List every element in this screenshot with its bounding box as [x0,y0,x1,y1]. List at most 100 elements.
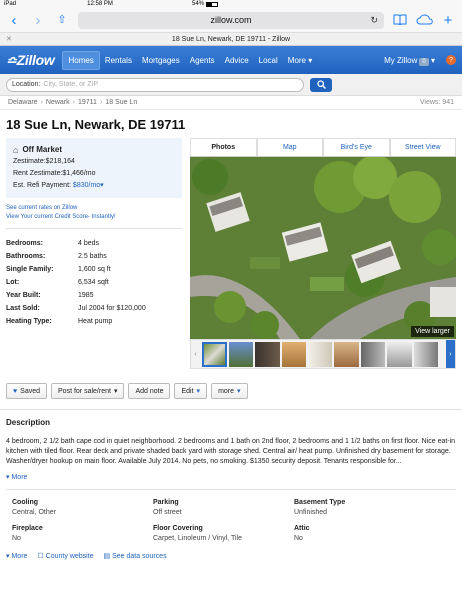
thumb-next-icon[interactable]: › [445,340,455,368]
fact-row: Bedrooms: 4 beds [6,240,100,247]
breadcrumb: Delaware › Newark › 19711 › 18 Sue Ln Views… [0,96,462,110]
chevron-down-icon[interactable]: ▾ [100,182,104,189]
location-input[interactable]: Location: City, State, or ZIP [6,77,304,92]
nav-more[interactable]: More ▾ [283,52,317,69]
thumbnail[interactable] [334,341,359,367]
tab-map[interactable]: Map [256,138,323,156]
nav-local[interactable]: Local [254,52,283,69]
heart-icon: ♥ [13,387,18,395]
details-footer: ▾ More ☐ County website ▤ See data sourc… [0,544,462,568]
county-website-link[interactable]: ☐ County website [37,552,93,560]
tab-photos[interactable]: Photos [190,138,257,156]
data-sources-link[interactable]: ▤ See data sources [104,552,167,560]
document-icon: ▤ [103,553,111,560]
nav-advice[interactable]: Advice [220,52,254,69]
page-title: 18 Sue Ln, Newark, DE 19711 [6,117,186,132]
device-label: iPad [4,1,17,7]
thumbnail[interactable] [387,341,412,367]
fact-row: Bathrooms: 2.5 baths [6,253,107,260]
rent-zestimate: Rent Zestimate:$1,466/mo [13,170,96,177]
location-search-bar: Location: City, State, or ZIP [0,74,462,96]
share-icon[interactable]: ⇧ [54,14,70,26]
detail-floor-covering: Floor Covering Carpet, Linoleum / Vinyl, … [153,525,242,542]
bookmarks-icon[interactable] [392,13,408,28]
search-icon [316,80,326,89]
clock: 12:58 PM [87,1,113,7]
back-icon[interactable]: ‹ [6,13,22,28]
thumbnail[interactable] [202,341,227,367]
thumbnail[interactable] [255,341,280,367]
icloud-tabs-icon[interactable] [416,13,433,28]
market-summary: ⌂ Off Market Zestimate:$218,164 Rent Zes… [6,138,182,198]
media-tabs: Photos Map Bird's Eye Street View [190,138,456,157]
market-status: Off Market [22,145,62,154]
my-zillow-menu[interactable]: My Zillow 0 ▾ [379,52,440,69]
edit-button[interactable]: Edit ▾ [174,383,208,399]
detail-parking: Parking Off street [153,499,182,516]
nav-mortgages[interactable]: Mortgages [137,52,185,69]
thumbnail[interactable] [281,341,306,367]
more-button[interactable]: more ▾ [211,383,248,399]
tab-title[interactable]: 18 Sue Ln, Newark, DE 19711 - Zillow [172,36,290,43]
detail-attic: Attic No [294,525,310,542]
thumbnail[interactable] [228,341,254,367]
reload-icon[interactable]: ↻ [370,15,378,26]
external-link-icon: ☐ [37,553,44,560]
notification-badge: 0 [419,57,429,66]
refi-payment-link[interactable]: $830/mo [73,182,100,189]
tab-birds-eye[interactable]: Bird's Eye [323,138,390,156]
description-more-link[interactable]: ▾ More [6,473,456,490]
details-grid: Cooling Central, Other Parking Off street … [0,490,462,544]
nav-homes[interactable]: Homes [62,50,100,70]
detail-cooling: Cooling Central, Other [12,499,56,516]
tab-street-view[interactable]: Street View [389,138,456,156]
fact-row: Heating Type: Heat pump [6,318,113,325]
browser-toolbar: ‹ › ⇧ zillow.com ↻ + [0,8,462,32]
crumb-state[interactable]: Delaware [8,99,38,106]
site-nav: ≏Zillow Homes Rentals Mortgages Agents A… [0,46,462,74]
description-heading: Description [6,418,51,427]
aerial-photo[interactable]: View larger [190,157,456,339]
zillow-logo[interactable]: ≏Zillow [6,52,55,69]
nav-agents[interactable]: Agents [185,52,220,69]
action-bar: ♥ Saved Post for sale/rent ▾ Add note Edit… [0,373,462,410]
rates-link[interactable]: See current rates on Zillow [6,204,182,213]
thumbnail[interactable] [413,341,438,367]
new-tab-icon[interactable]: + [440,13,456,28]
view-larger-button[interactable]: View larger [411,326,454,337]
search-button[interactable] [310,77,332,92]
fact-row: Single Family: 1,600 sq ft [6,266,111,273]
thumbnail[interactable] [360,341,386,367]
detail-basement: Basement Type Unfinished [294,499,346,516]
post-for-sale-button[interactable]: Post for sale/rent ▾ [51,383,125,399]
fact-row: Last Sold: Jul 2004 for $120,000 [6,305,146,312]
close-tab-icon[interactable]: ✕ [6,35,12,43]
zestimate: Zestimate:$218,164 [13,158,75,165]
address-bar[interactable]: zillow.com ↻ [78,11,384,29]
crumb-city[interactable]: Newark [46,99,70,106]
add-note-button[interactable]: Add note [128,383,171,399]
thumbnail[interactable] [307,341,333,367]
crumb-zip[interactable]: 19711 [78,99,97,106]
url-text: zillow.com [210,15,252,25]
view-count: Views: 941 [419,99,454,106]
saved-button[interactable]: ♥ Saved [6,383,48,399]
status-bar: iPad 12:58 PM 54% [0,0,462,8]
crumb-address: 18 Sue Ln [105,99,138,106]
thumb-prev-icon[interactable]: ‹ [191,351,200,358]
nav-rentals[interactable]: Rentals [100,52,137,69]
credit-score-link[interactable]: View Your current Credit Score- Instantl… [6,213,182,222]
battery-icon [206,1,218,7]
chevron-down-icon: ▾ [113,388,118,395]
house-icon: ⌂ [13,145,19,155]
details-more-link[interactable]: ▾ More [6,552,27,560]
chevron-down-icon: ▾ [196,388,201,395]
tab-bar: ✕ 18 Sue Ln, Newark, DE 19711 - Zillow [0,32,462,46]
description-section: Description 4 bedroom, 2 1/2 bath cape c… [0,410,462,490]
aerial-photo-image [190,157,456,339]
help-icon[interactable]: ? [446,55,456,65]
forward-icon[interactable]: › [30,13,46,28]
description-text: 4 bedroom, 2 1/2 bath cape cod in quiet … [6,438,456,465]
thumbnail-strip: ‹ › [190,339,456,369]
fact-row: Lot: 6,534 sqft [6,279,109,286]
